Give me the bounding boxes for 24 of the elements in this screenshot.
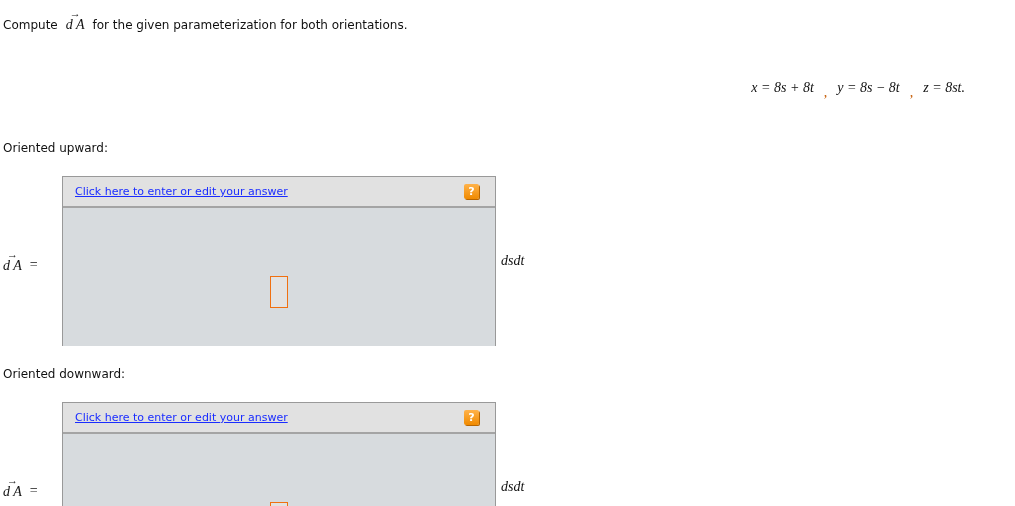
answer-box[interactable]: Click here to enter or edit your answer ? [62,402,496,506]
equation: y = 8s − 8t [837,80,900,96]
equals-sign: = [29,483,38,499]
answer-box[interactable]: Click here to enter or edit your answer ? [62,176,496,346]
instruction-text: for the given parameterization for both orientations. [92,18,408,32]
edit-answer-link[interactable]: Click here to enter or edit your answer [75,411,288,424]
math-symbol: d A [65,18,85,32]
section-label: Oriented upward: [3,141,108,155]
vector-arrow: → [69,8,81,19]
math-symbol: d A [3,259,22,273]
vector-arrow: → [6,475,18,486]
equation: z = 8st. [923,80,965,96]
section-label: Oriented downward: [3,367,126,381]
unit-text: dsdt [501,479,525,495]
instruction-text: Compute [3,18,58,32]
input-slot[interactable] [270,275,288,308]
separator: , [909,85,914,101]
math-symbol: d A [3,485,22,499]
equals-sign: = [29,257,38,273]
equation: x = 8s + 8t [751,80,814,96]
separator: , [823,85,828,101]
unit-text: dsdt [501,253,525,269]
edit-answer-link[interactable]: Click here to enter or edit your answer [75,185,288,198]
vector-arrow: → [6,249,18,260]
